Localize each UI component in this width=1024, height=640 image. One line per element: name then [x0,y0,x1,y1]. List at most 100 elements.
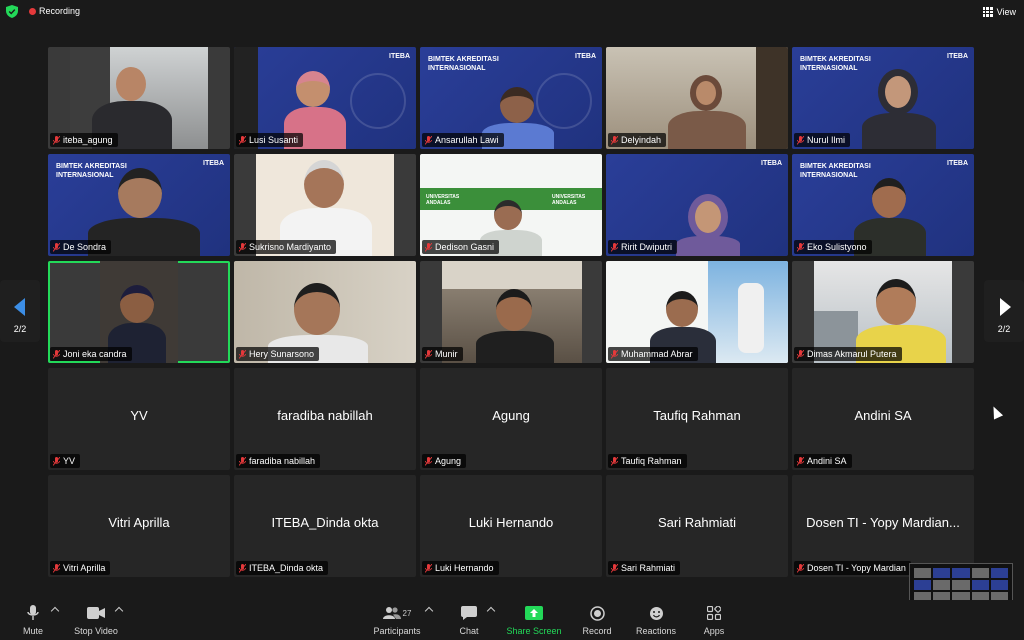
video-camera-icon [87,607,105,619]
mute-label: Mute [22,626,43,636]
muted-microphone-icon [611,242,618,252]
participant-tile[interactable]: Dosen TI - Yopy Mardian... Dosen TI - Yo… [792,475,974,577]
muted-microphone-icon [425,349,432,359]
share-screen-label: Share Screen [506,626,562,636]
chat-options-chevron-icon[interactable] [486,606,496,616]
participant-tile[interactable]: Andini SA Andini SA [792,368,974,470]
participants-icon [382,607,401,619]
shield-icon [6,5,18,18]
slide-logo: ITEBA [389,53,410,60]
participant-tile[interactable]: BIMTEK AKREDITASI INTERNASIONAL ITEBA Ans… [420,47,602,149]
name-tag: Delyindah [608,133,667,147]
participant-name: faradiba nabillah [277,408,373,423]
participant-tile[interactable]: ITEBA Ririt Dwiputri [606,154,788,256]
name-tag: Dedison Gasni [422,240,500,254]
slide-logo: ITEBA [203,160,224,167]
reactions-label: Reactions [635,626,677,636]
name-tag: Sukrisno Mardiyanto [236,240,337,254]
participant-tile[interactable]: BIMTEK AKREDITASI INTERNASIONAL ITEBA Eko… [792,154,974,256]
page-indicator-right: 2/2 [997,324,1011,334]
muted-microphone-icon [53,349,60,359]
participants-button[interactable]: 27 Participants [372,604,422,638]
participant-tile[interactable]: faradiba nabillah faradiba nabillah [234,368,416,470]
unand-logo-right: UNIVERSITAS ANDALAS [552,194,586,206]
name-tag: YV [50,454,81,468]
name-tag: Luki Hernando [422,561,499,575]
reactions-button[interactable]: Reactions [634,604,678,638]
participants-options-chevron-icon[interactable] [424,606,434,616]
participant-name: Luki Hernando [468,515,554,530]
grid-view-icon [982,7,993,17]
participant-name: Sari Rahmiati [657,515,737,530]
muted-microphone-icon [797,349,804,359]
participant-tile[interactable]: BIMTEK AKREDITASI INTERNASIONAL ITEBA De … [48,154,230,256]
slide-logo: ITEBA [947,160,968,167]
top-bar: Recording View [0,0,1024,24]
apps-button[interactable]: Apps [700,604,728,638]
participant-tile[interactable]: ITEBA_Dinda okta ITEBA_Dinda okta [234,475,416,577]
record-button[interactable]: Record [582,604,612,638]
participant-name: Vitri Aprilla [108,515,170,530]
muted-microphone-icon [425,456,432,466]
participant-tile[interactable]: Luki Hernando Luki Hernando [420,475,602,577]
share-screen-button[interactable]: Share Screen [506,604,562,638]
muted-microphone-icon [239,349,246,359]
participant-tile[interactable]: Hery Sunarsono [234,261,416,363]
participant-name: YV [130,408,148,423]
slide-logo: ITEBA [761,160,782,167]
name-tag: Sari Rahmiati [608,561,681,575]
participant-tile[interactable]: Sari Rahmiati Sari Rahmiati [606,475,788,577]
participant-tile-active-speaker[interactable]: Joni eka candra [48,261,230,363]
next-page-button[interactable]: 2/2 [984,280,1024,342]
participant-tile[interactable]: Vitri Aprilla Vitri Aprilla [48,475,230,577]
muted-microphone-icon [239,242,246,252]
participant-tile[interactable]: Sukrisno Mardiyanto [234,154,416,256]
muted-microphone-icon [797,456,804,466]
arrow-left-icon [14,298,25,316]
previous-page-button[interactable]: 2/2 [0,280,40,342]
participant-tile[interactable]: Muhammad Abrar [606,261,788,363]
mouse-cursor-icon [988,404,1004,420]
name-tag: ITEBA_Dinda okta [236,561,329,575]
smiley-icon [649,606,663,620]
page-indicator-left: 2/2 [13,324,27,334]
name-tag: faradiba nabillah [236,454,321,468]
slide-title: BIMTEK AKREDITASI INTERNASIONAL [800,56,871,72]
participant-tile[interactable]: iteba_agung [48,47,230,149]
slide-title: BIMTEK AKREDITASI INTERNASIONAL [800,163,871,179]
name-tag: Dimas Akmarul Putera [794,347,902,361]
seal-watermark [536,73,592,129]
apps-icon [707,606,721,620]
participant-tile[interactable]: Dimas Akmarul Putera [792,261,974,363]
name-tag: De Sondra [50,240,112,254]
participant-tile[interactable]: Taufiq Rahman Taufiq Rahman [606,368,788,470]
mute-options-chevron-icon[interactable] [50,606,60,616]
name-tag: Lusi Susanti [236,133,304,147]
participant-name: Agung [492,408,530,423]
participants-label: Participants [373,626,421,636]
name-tag: iteba_agung [50,133,118,147]
chat-bubble-icon [461,606,477,620]
participant-tile[interactable]: UNIVERSITAS ANDALAS UNIVERSITAS ANDALAS … [420,154,602,256]
participant-tile[interactable]: BIMTEK AKREDITASI INTERNASIONAL ITEBA Nur… [792,47,974,149]
participant-tile[interactable]: Munir [420,261,602,363]
stop-video-label: Stop Video [74,626,118,636]
name-tag: Hery Sunarsono [236,347,320,361]
apps-label: Apps [703,626,725,636]
chat-button[interactable]: Chat [456,604,482,638]
view-label: View [996,7,1016,17]
muted-microphone-icon [797,135,804,145]
mute-button[interactable]: Mute [20,604,46,638]
participant-tile[interactable]: YV YV [48,368,230,470]
stop-video-button[interactable]: Stop Video [72,604,120,638]
participant-tile[interactable]: Agung Agung [420,368,602,470]
muted-microphone-icon [797,242,804,252]
gallery-grid: iteba_agung ITEBA Lusi Susanti BIMTEK AK… [48,47,976,577]
slide-logo: ITEBA [947,53,968,60]
unand-logo-left: UNIVERSITAS ANDALAS [426,194,460,206]
participant-tile[interactable]: ITEBA Lusi Susanti [234,47,416,149]
view-button[interactable]: View [982,5,1016,19]
participant-tile[interactable]: Delyindah [606,47,788,149]
meeting-toolbar: Mute Stop Video 27 Participants Chat Sha… [0,600,1024,640]
name-tag: Ririt Dwiputri [608,240,678,254]
